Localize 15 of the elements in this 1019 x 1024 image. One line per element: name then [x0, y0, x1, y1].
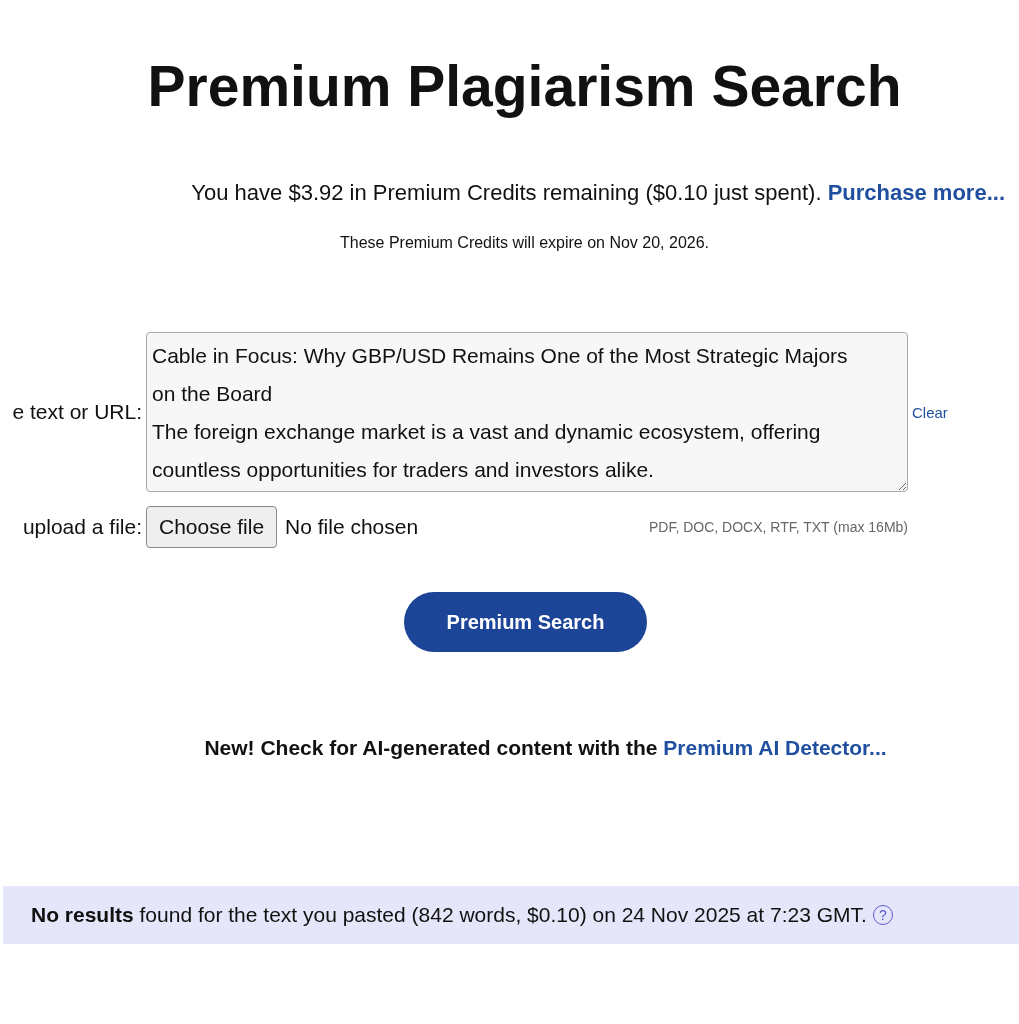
- text-input-field[interactable]: Cable in Focus: Why GBP/USD Remains One of the Most Strategic Majors on the Board The foreign exchange market is a vast and dynamic ecosystem, offering countless opportunities for traders and investors alike.: [146, 332, 908, 492]
- credits-text: You have $3.92 in Premium Credits remaining ($0.10 just spent).: [191, 180, 822, 205]
- clear-link[interactable]: Clear: [912, 403, 948, 421]
- choose-file-button[interactable]: Choose file: [146, 506, 278, 548]
- file-status: No file chosen: [285, 515, 419, 539]
- ai-detector-link[interactable]: Premium AI Detector...: [663, 736, 887, 759]
- purchase-link[interactable]: Purchase more...: [827, 180, 1005, 205]
- page-title: Premium Plagiarism Search: [146, 53, 903, 120]
- expiry-text: These Premium Credits will expire on Nov 20, 2026.: [338, 234, 710, 252]
- file-label: upload a file:: [21, 515, 142, 539]
- search-button[interactable]: Premium Search: [404, 592, 647, 652]
- ai-notice: New! Check for AI-generated content with the: [204, 736, 658, 759]
- file-hint: PDF, DOC, DOCX, RTF, TXT (max 16Mb): [648, 519, 908, 535]
- result-text: No results found for the text you pasted (842 words, $0.10) on 24 Nov 2025 at 7:23 GMT.: [31, 903, 867, 927]
- text-label: e text or URL:: [11, 400, 142, 424]
